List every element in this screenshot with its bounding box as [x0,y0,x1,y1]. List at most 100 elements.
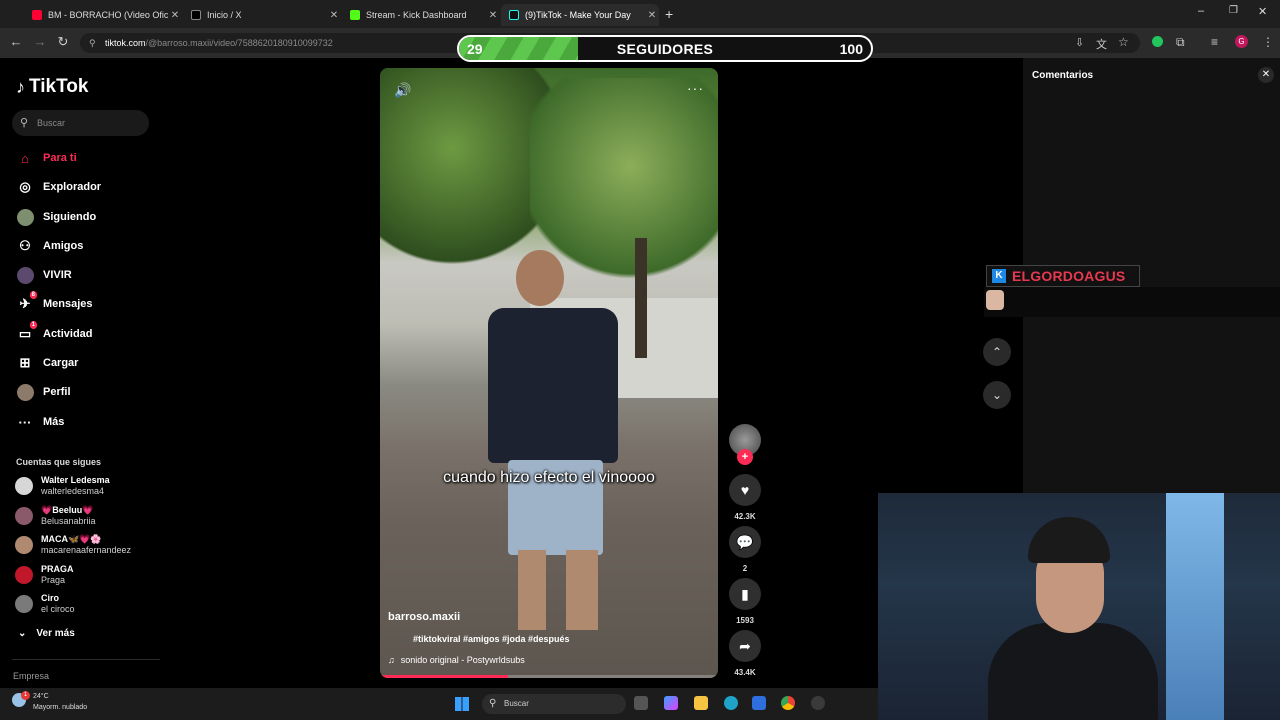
compass-icon: ◎ [19,179,31,194]
account-handle: macarenaafernandeez [41,545,132,555]
sidebar-item-actividad[interactable]: ▭ 1 Actividad [16,321,93,344]
browser-menu-icon[interactable]: ⋮ [1262,35,1274,49]
close-tab-icon[interactable]: ✕ [645,10,659,21]
video-scene [635,238,647,358]
close-tab-icon[interactable]: ✕ [168,10,182,21]
home-icon: ⌂ [21,150,29,166]
sidebar-item-para-ti[interactable]: ⌂ Para ti [16,148,77,168]
sidebar-item-vivir[interactable]: VIVIR [16,265,72,285]
previous-video-button[interactable]: ⌃ [983,338,1011,366]
profile-avatar[interactable]: G [1235,35,1248,48]
maximize-icon[interactable]: ❐ [1229,5,1238,16]
video-player[interactable]: 🔊 ··· cuando hizo efecto el vinoooo barr… [380,68,718,678]
sidebar-item-label: Amigos [43,240,84,252]
more-icon: ··· [18,414,32,430]
followed-account[interactable]: PRAGA Praga [15,564,74,586]
sidebar-item-siguiendo[interactable]: Siguiendo [16,207,96,227]
follow-plus-icon[interactable]: + [737,449,753,465]
sidebar-item-amigos[interactable]: ⚇ Amigos [16,236,83,256]
followed-account[interactable]: 💗Beeluu💗 Belusanabriia [15,505,96,527]
file-explorer-icon[interactable] [694,696,708,710]
save-count: 1593 [736,616,754,625]
site-info-icon[interactable]: ⚲ [89,33,96,53]
copilot-icon[interactable] [664,696,678,710]
avatar [15,507,33,525]
sidebar-item-cargar[interactable]: ⊞ Cargar [16,353,79,373]
taskbar-search-input[interactable]: ⚲ Buscar [482,694,626,714]
more-options-icon[interactable]: ··· [687,80,704,96]
tab-tiktok[interactable]: (9)TikTok - Make Your Day ✕ [501,4,659,26]
minimize-icon[interactable]: – [1198,5,1204,17]
sidebar-item-label: Actividad [43,328,93,340]
media-controls-icon[interactable]: ≡ [1211,35,1218,49]
activity-icon: ▭ 1 [18,321,37,341]
close-window-icon[interactable]: ✕ [1258,5,1267,18]
stream-overlay-strip [984,287,1280,317]
account-name: MACA🦋💗🌸 [41,534,102,544]
extension-icon[interactable] [1152,36,1163,47]
music-note-icon: ♫ [388,655,395,665]
see-more-button[interactable]: ⌄ Ver más [18,628,75,639]
avatar [15,536,33,554]
like-button[interactable]: ♥ 42.3K [728,474,762,521]
streamer-name: ELGORDOAGUS [1012,268,1126,284]
tab-label: (9)TikTok - Make Your Day [525,10,631,20]
close-icon[interactable]: ✕ [1258,67,1274,83]
translate-icon[interactable]: 文 [1096,36,1107,52]
bookmark-star-icon[interactable]: ☆ [1118,35,1129,49]
sidebar-item-explorador[interactable]: ◎ Explorador [16,177,101,197]
sidebar-item-label: Siguiendo [43,211,97,223]
sidebar-item-mas[interactable]: ··· Más [16,412,65,432]
store-icon[interactable] [752,696,766,710]
tab-youtube[interactable]: BM - BORRACHO (Video Oficial) ✕ [24,4,182,26]
sidebar-item-perfil[interactable]: Perfil [16,382,71,402]
footer-link-empresa[interactable]: Empresa [13,671,49,681]
save-button[interactable]: ▮ 1593 [728,578,762,625]
install-app-icon[interactable]: ⇩ [1075,36,1084,49]
app-icon[interactable] [811,696,825,710]
volume-icon[interactable]: 🔊 [394,82,411,99]
share-button[interactable]: ➦ 43.4K [728,630,762,677]
tab-kick[interactable]: Stream - Kick Dashboard ✕ [342,4,500,26]
search-input[interactable]: ⚲ Buscar [12,110,149,136]
follower-goal-bar: SEGUIDORES 29 100 [457,35,873,62]
video-person [488,250,618,650]
video-progress-bar[interactable] [380,675,718,678]
followed-account[interactable]: MACA🦋💗🌸 macarenaafernandeez [15,534,131,556]
comment-button[interactable]: 💬 2 [728,526,762,573]
tiktok-logo[interactable]: ♪ TikTok [16,76,88,98]
comments-title: Comentarios [1032,70,1094,81]
account-handle: el ciroco [41,604,75,614]
followed-account[interactable]: Ciro el ciroco [15,593,75,615]
chrome-icon[interactable] [781,696,795,710]
account-name: Walter Ledesma [41,475,110,485]
back-icon[interactable]: ← [8,34,24,50]
heart-icon: ♥ [729,474,761,506]
task-view-icon[interactable] [634,696,648,710]
forward-icon[interactable]: → [32,34,48,50]
windows-start-icon[interactable] [455,697,469,711]
streamer-name-badge: K ELGORDOAGUS [986,265,1140,287]
video-author[interactable]: barroso.maxii [388,611,460,623]
avatar [15,566,33,584]
divider [12,659,160,660]
followed-account[interactable]: Walter Ledesma walterledesma4 [15,475,110,497]
new-tab-button[interactable]: + [665,6,673,22]
video-sound[interactable]: ♫ sonido original - Postywrldsubs [388,655,525,665]
extensions-puzzle-icon[interactable]: ⧉ [1176,35,1185,50]
video-hashtags[interactable]: #tiktokviral #amigos #joda #después [413,634,570,644]
share-icon: ➦ [729,630,761,662]
reload-icon[interactable]: ↻ [55,34,71,50]
url-path: /@barroso.maxii/video/758862018091009973… [145,38,333,48]
close-tab-icon[interactable]: ✕ [327,10,341,21]
sidebar-item-mensajes[interactable]: ✈ 8 Mensajes [16,291,93,314]
taskbar [0,688,878,720]
next-video-button[interactable]: ⌄ [983,381,1011,409]
edge-icon[interactable] [724,696,738,710]
close-tab-icon[interactable]: ✕ [486,10,500,21]
sidebar-item-label: Mensajes [43,298,93,310]
following-accounts-title: Cuentas que sigues [16,457,102,467]
account-handle: Praga [41,575,66,585]
notification-badge: 8 [29,291,37,299]
tab-x[interactable]: Inicio / X ✕ [183,4,341,26]
